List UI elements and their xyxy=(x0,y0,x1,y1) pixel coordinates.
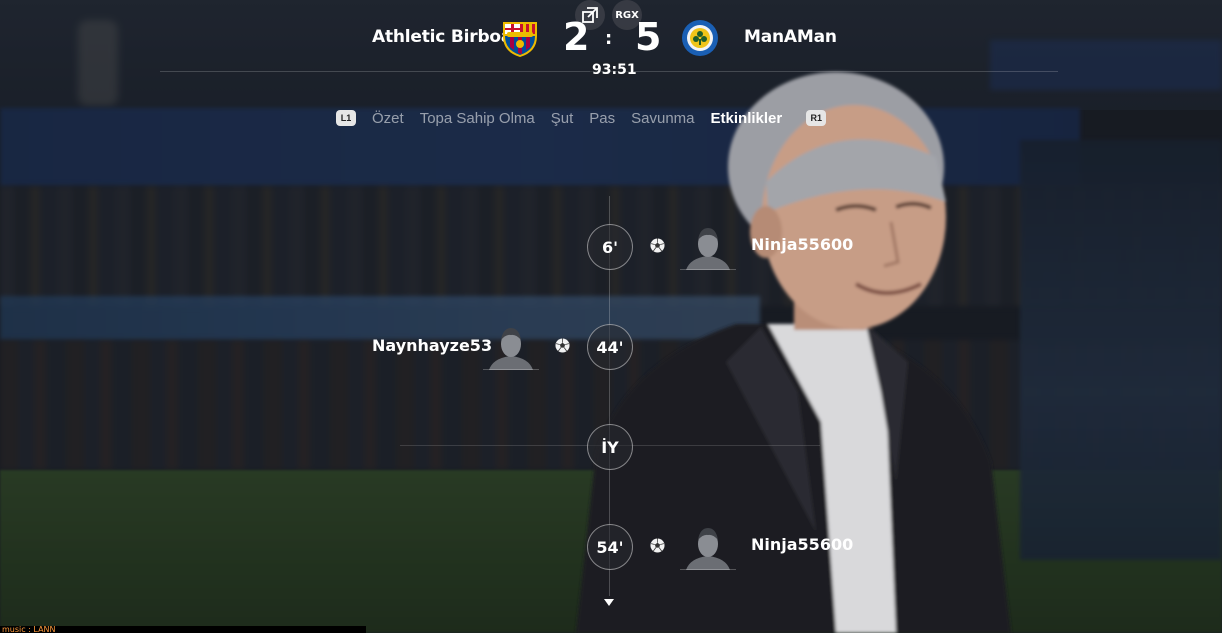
tab-possession[interactable]: Topa Sahip Olma xyxy=(420,110,535,127)
away-score: 5 xyxy=(635,15,662,59)
chevron-down-icon[interactable] xyxy=(604,599,614,606)
event-minute-badge: 54' xyxy=(587,524,633,570)
home-team-name: Athletic Birboa xyxy=(372,27,513,47)
tab-summary[interactable]: Özet xyxy=(372,110,404,127)
soccer-ball-icon xyxy=(650,538,665,553)
home-team-crest xyxy=(503,22,537,57)
home-score: 2 xyxy=(563,15,590,59)
stats-tab-bar: L1 Özet Topa Sahip Olma Şut Pas Savunma … xyxy=(336,107,827,129)
soccer-ball-icon xyxy=(650,238,665,253)
event-minute-badge: 6' xyxy=(587,224,633,270)
event-player-name: Ninja55600 xyxy=(751,235,854,254)
player-avatar-icon xyxy=(483,328,539,370)
left-bumper-hint[interactable]: L1 xyxy=(336,110,356,126)
tab-passing[interactable]: Pas xyxy=(589,110,615,127)
player-avatar-icon xyxy=(680,228,736,270)
match-clock: 93:51 xyxy=(590,62,637,78)
player-avatar-icon xyxy=(680,528,736,570)
away-team-name: ManAMan xyxy=(744,27,837,47)
event-player-name: Naynhayze53 xyxy=(372,336,493,355)
event-player-name: Ninja55600 xyxy=(751,535,854,554)
away-team-crest xyxy=(682,20,718,56)
half-time-badge: İY xyxy=(587,424,633,470)
footer-strip: music : LANN xyxy=(0,626,366,633)
event-minute-badge: 44' xyxy=(587,324,633,370)
tab-defending[interactable]: Savunma xyxy=(631,110,694,127)
tab-events[interactable]: Etkinlikler xyxy=(711,110,783,127)
right-bumper-hint[interactable]: R1 xyxy=(806,110,827,126)
soccer-ball-icon xyxy=(555,338,570,353)
score-separator: : xyxy=(605,28,613,49)
tab-shots[interactable]: Şut xyxy=(551,110,574,127)
